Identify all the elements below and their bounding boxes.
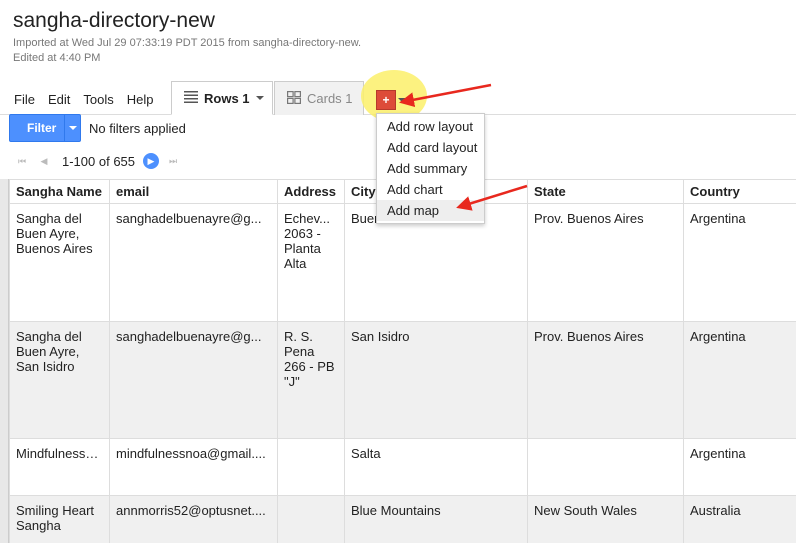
prev-page-icon[interactable]: ◀ (36, 153, 52, 169)
column-header[interactable]: Country (683, 179, 796, 204)
table-cell: Prov. Buenos Aires (527, 321, 684, 439)
filter-button[interactable]: Filter (9, 114, 81, 142)
row-gutter[interactable] (0, 179, 9, 543)
table-cell: Argentina (683, 321, 796, 439)
table-row[interactable]: Mindfulnessn... mindfulnessnoa@gmail....… (9, 438, 796, 496)
first-page-icon[interactable]: ⏮ (14, 153, 30, 169)
add-tab-button[interactable]: + (376, 90, 396, 110)
table-cell: sanghadelbuenayre@g... (109, 203, 278, 322)
pager: ⏮ ◀ 1-100 of 655 ▶ ⏭ (14, 153, 187, 169)
menu-item-add-row-layout[interactable]: Add row layout (377, 116, 484, 137)
menu-item-add-map[interactable]: Add map (377, 200, 484, 221)
next-page-icon[interactable]: ▶ (143, 153, 160, 169)
table-cell: Smiling Heart Sangha (9, 495, 110, 543)
table-cell (277, 495, 345, 543)
column-header[interactable]: Address (277, 179, 345, 204)
tab-cards-label: Cards 1 (307, 91, 353, 106)
filter-button-divider (64, 115, 65, 141)
table-row[interactable]: Smiling Heart Sangha annmorris52@optusne… (9, 495, 796, 543)
edit-info: Edited at 4:40 PM (13, 52, 101, 64)
menu-item-add-chart[interactable]: Add chart (377, 179, 484, 200)
table-cell: Sangha del Buen Ayre, San Isidro (9, 321, 110, 439)
table-cell: R. S. Pena 266 - PB "J" (277, 321, 345, 439)
tab-rows[interactable]: Rows 1 (171, 81, 273, 115)
import-info: Imported at Wed Jul 29 07:33:19 PDT 2015… (13, 37, 362, 49)
plus-icon: + (382, 93, 390, 107)
add-tab-menu: Add row layout Add card layout Add summa… (376, 113, 485, 224)
filter-button-label: Filter (27, 121, 57, 135)
menu-help[interactable]: Help (127, 92, 154, 107)
table-cell: Australia (683, 495, 796, 543)
last-page-icon[interactable]: ⏭ (165, 153, 181, 169)
tab-cards[interactable]: Cards 1 (274, 81, 364, 115)
cards-grid-icon (287, 90, 302, 107)
menu-edit[interactable]: Edit (48, 92, 70, 107)
table-cell: Prov. Buenos Aires (527, 203, 684, 322)
menu-tools[interactable]: Tools (83, 92, 113, 107)
table-cell: Argentina (683, 203, 796, 322)
filter-status: No filters applied (89, 121, 186, 136)
chevron-down-icon[interactable] (255, 96, 264, 100)
table-cell: Salta (344, 438, 528, 496)
filter-chevron-down-icon[interactable] (69, 126, 77, 130)
table-cell: Sangha del Buen Ayre, Buenos Aires (9, 203, 110, 322)
table-cell: New South Wales (527, 495, 684, 543)
menu-item-add-summary[interactable]: Add summary (377, 158, 484, 179)
table-cell (527, 438, 684, 496)
pager-range: 1-100 of 655 (62, 153, 136, 169)
table-cell: San Isidro (344, 321, 528, 439)
table-cell: sanghadelbuenayre@g... (109, 321, 278, 439)
table-cell: annmorris52@optusnet.... (109, 495, 278, 543)
table-cell: mindfulnessnoa@gmail.... (109, 438, 278, 496)
table-cell (277, 438, 345, 496)
table-cell: Mindfulnessn... (9, 438, 110, 496)
column-header[interactable]: State (527, 179, 684, 204)
table-cell: Argentina (683, 438, 796, 496)
table-row[interactable]: Sangha del Buen Ayre, San Isidro sanghad… (9, 321, 796, 439)
table-cell: Blue Mountains (344, 495, 528, 543)
tab-rows-label: Rows 1 (204, 90, 250, 106)
menu-file[interactable]: File (14, 92, 35, 107)
data-table: Sangha Name email Address City State Cou… (9, 179, 796, 543)
menu-item-add-card-layout[interactable]: Add card layout (377, 137, 484, 158)
page-title: sangha-directory-new (13, 9, 215, 32)
rows-list-icon (184, 90, 198, 106)
menu-bar: File Edit Tools Help (14, 92, 166, 107)
column-header[interactable]: Sangha Name (9, 179, 110, 204)
column-header[interactable]: email (109, 179, 278, 204)
table-cell: Echev... 2063 - Planta Alta (277, 203, 345, 322)
add-tab-chevron-icon[interactable] (398, 98, 406, 102)
